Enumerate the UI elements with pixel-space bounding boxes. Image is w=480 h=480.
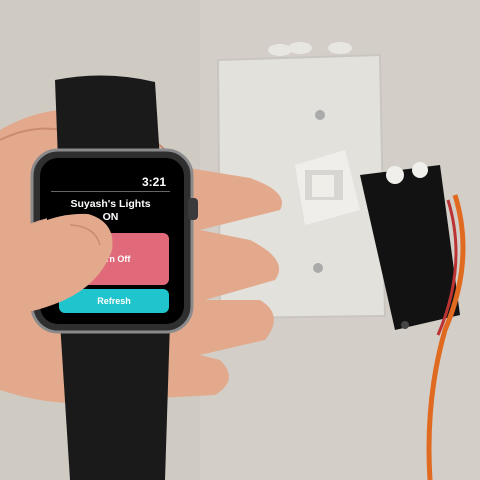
refresh-button[interactable]: Refresh bbox=[59, 289, 169, 313]
watch-screen: 3:21 Suyash's Lights ON Turn Off Refresh bbox=[47, 170, 174, 318]
turn-off-button[interactable]: Turn Off bbox=[57, 233, 169, 285]
refresh-label: Refresh bbox=[97, 296, 131, 306]
title-line-1: Suyash's Lights bbox=[70, 198, 151, 210]
title-line-2: ON bbox=[102, 211, 119, 223]
watch-divider bbox=[51, 191, 170, 192]
watch-crown-icon[interactable] bbox=[188, 198, 198, 220]
lights-status-title: Suyash's Lights ON bbox=[47, 198, 174, 224]
turn-off-label: Turn Off bbox=[95, 254, 131, 264]
watch-time: 3:21 bbox=[141, 175, 166, 189]
